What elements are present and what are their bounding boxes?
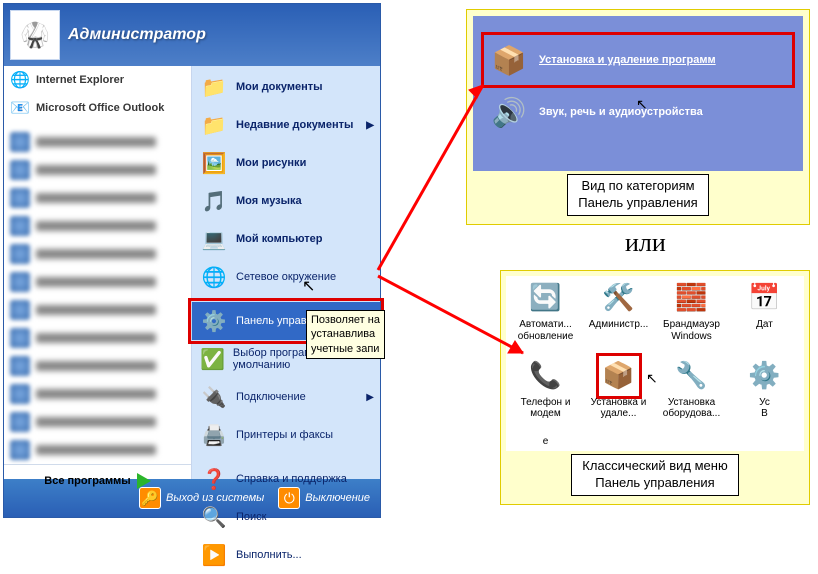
cv-ellipsis: е — [510, 436, 581, 448]
start-menu: 🥋 Администратор 🌐Internet Explorer 📧Micr… — [3, 3, 381, 518]
run[interactable]: ▶️Выполнить... — [192, 536, 380, 574]
network-icon: 🌐 — [200, 263, 228, 291]
or-label: или — [625, 228, 666, 258]
addremove-icon: 📦 — [601, 358, 637, 394]
help-icon: ❓ — [200, 465, 228, 493]
mru-item[interactable] — [4, 380, 191, 408]
pinned-ie[interactable]: 🌐Internet Explorer — [4, 66, 191, 94]
category-view-panel: 📦 Установка и удаление программ 🔊 Звук, … — [466, 9, 810, 225]
cv-other[interactable]: ⚙️Ус В — [729, 358, 800, 434]
defaults-icon: ✅ — [200, 345, 225, 373]
printers-faxes[interactable]: 🖨️Принтеры и факсы — [192, 416, 380, 454]
cv-firewall[interactable]: 🧱Брандмауэр Windows — [656, 280, 727, 356]
mru-item[interactable] — [4, 184, 191, 212]
mru-item[interactable] — [4, 212, 191, 240]
mru-item[interactable] — [4, 436, 191, 464]
connection-icon: 🔌 — [200, 383, 228, 411]
panel-caption: Классический вид меню Панель управления — [571, 454, 738, 496]
cursor-icon: ↖ — [646, 370, 658, 387]
panel-caption: Вид по категориям Панель управления — [567, 174, 708, 216]
search[interactable]: 🔍Поиск — [192, 498, 380, 536]
addremove-label: Установка и удаление программ — [539, 54, 716, 66]
cv-hardware[interactable]: 🔧Установка оборудова... — [656, 358, 727, 434]
annotation-arrow — [373, 70, 503, 280]
folder-icon: 📁 — [200, 111, 228, 139]
mru-item[interactable] — [4, 352, 191, 380]
cv-add-remove[interactable]: 📦Установка и удале... — [583, 358, 654, 434]
music-icon: 🎵 — [200, 187, 228, 215]
mru-item[interactable] — [4, 408, 191, 436]
my-documents[interactable]: 📁Мои документы — [192, 68, 380, 106]
computer-icon: 💻 — [200, 225, 228, 253]
my-music[interactable]: 🎵Моя музыка — [192, 182, 380, 220]
ie-icon: 🌐 — [10, 70, 30, 90]
pinned-outlook[interactable]: 📧Microsoft Office Outlook — [4, 94, 191, 122]
mru-item[interactable] — [4, 268, 191, 296]
username-label: Администратор — [68, 26, 206, 44]
start-right-pane: 📁Мои документы 📁Недавние документы▶ 🖼️Мо… — [192, 66, 380, 479]
item-icon: ⚙️ — [747, 358, 783, 394]
control-panel-icon: ⚙️ — [200, 307, 228, 335]
help-support[interactable]: ❓Справка и поддержка — [192, 460, 380, 498]
chevron-right-icon: ▶ — [366, 392, 374, 403]
start-body: 🌐Internet Explorer 📧Microsoft Office Out… — [4, 66, 380, 479]
sound-label: Звук, речь и аудиоустройства — [539, 106, 703, 118]
mru-item[interactable] — [4, 324, 191, 352]
cv-date[interactable]: 📅Дат — [729, 280, 800, 356]
folder-icon: 📁 — [200, 73, 228, 101]
mru-item[interactable] — [4, 156, 191, 184]
date-icon: 📅 — [747, 280, 783, 316]
logoff-icon: 🔑 — [139, 487, 161, 509]
connections[interactable]: 🔌Подключение▶ — [192, 378, 380, 416]
pictures-icon: 🖼️ — [200, 149, 228, 177]
hardware-icon: 🔧 — [674, 358, 710, 394]
network-places[interactable]: 🌐Сетевое окружение — [192, 258, 380, 296]
start-left-pane: 🌐Internet Explorer 📧Microsoft Office Out… — [4, 66, 192, 479]
printer-icon: 🖨️ — [200, 421, 228, 449]
mru-item[interactable] — [4, 296, 191, 324]
outlook-icon: 📧 — [10, 98, 30, 118]
cv-phone-modem[interactable]: 📞Телефон и модем — [510, 358, 581, 434]
start-header: 🥋 Администратор — [4, 4, 380, 66]
search-icon: 🔍 — [200, 503, 228, 531]
cv-admin[interactable]: 🛠️Администр... — [583, 280, 654, 356]
classic-view-panel: 🔄Автомати... обновление 🛠️Администр... 🧱… — [500, 270, 810, 505]
classic-view-inner: 🔄Автомати... обновление 🛠️Администр... 🧱… — [506, 276, 804, 451]
tooltip: Позволяет на устанавлива учетные запи — [306, 310, 385, 359]
add-remove-programs-category[interactable]: 📦 Установка и удаление программ — [483, 34, 793, 86]
cursor-icon: ↖ — [636, 96, 648, 113]
mru-item[interactable] — [4, 128, 191, 156]
recent-documents[interactable]: 📁Недавние документы▶ — [192, 106, 380, 144]
firewall-icon: 🧱 — [674, 280, 710, 316]
my-computer[interactable]: 💻Мой компьютер — [192, 220, 380, 258]
mru-item[interactable] — [4, 240, 191, 268]
category-view-inner: 📦 Установка и удаление программ 🔊 Звук, … — [473, 16, 803, 171]
user-avatar: 🥋 — [10, 10, 60, 60]
my-pictures[interactable]: 🖼️Мои рисунки — [192, 144, 380, 182]
admin-icon: 🛠️ — [601, 280, 637, 316]
run-icon: ▶️ — [200, 541, 228, 569]
annotation-arrow — [373, 268, 538, 368]
